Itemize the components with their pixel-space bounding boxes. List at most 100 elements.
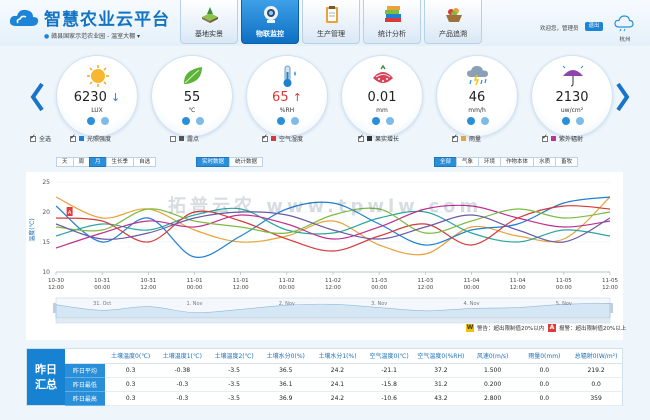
x-tick-label: 11-05 — [556, 278, 572, 284]
camera-icon — [264, 6, 278, 23]
sensor-dial-uv-radiation[interactable]: 2130 uw/cm² — [531, 55, 613, 137]
period-season-button[interactable]: 生长季 — [105, 157, 135, 167]
row-label: 昨日最高 — [65, 391, 105, 406]
sensor-dial-dew-point[interactable]: 55 ℃ — [151, 55, 233, 137]
checkbox-rainfall[interactable]: 雨量 — [452, 133, 481, 143]
checkbox[interactable] — [262, 133, 268, 142]
period-week-button[interactable]: 周 — [72, 157, 91, 167]
navigator-label: 3. Nov — [371, 301, 387, 307]
config-icon[interactable] — [291, 117, 299, 125]
checkbox-light[interactable]: 光照强度 — [70, 133, 111, 143]
select-all-checkbox[interactable]: 全选 — [30, 133, 51, 143]
table-cell: 0.0 — [518, 377, 571, 392]
settings-icon[interactable] — [182, 117, 190, 125]
table-cell: -0.3 — [156, 391, 209, 406]
column-header: 风速0(m/s) — [466, 349, 519, 364]
config-icon[interactable] — [386, 117, 394, 125]
chevron-down-icon: ▾ — [135, 33, 141, 40]
series-color-swatch — [179, 136, 184, 141]
checkbox-dew-point[interactable]: 露点 — [170, 134, 199, 143]
sensor-dial-light[interactable]: 6230 ↓ LUX — [56, 55, 138, 137]
settings-icon[interactable] — [372, 117, 380, 125]
sensor-dial-air-humidity[interactable]: 65 ↑ %RH — [246, 55, 328, 137]
y-tick-label: 20 — [42, 209, 50, 216]
main-nav: 基地实景 物联监控 生产管理 统计分析 产品追溯 — [180, 0, 482, 44]
filter-environment-button[interactable]: 环境 — [478, 157, 502, 167]
table-cell: 36.9 — [259, 391, 312, 406]
tab-base-scene[interactable]: 基地实景 — [180, 0, 238, 44]
exit-button[interactable]: 退出 — [585, 22, 603, 31]
x-tick-label: 11-02 — [279, 278, 295, 284]
filter-water-button[interactable]: 水质 — [533, 157, 557, 167]
filter-livestock-button[interactable]: 畜牧 — [555, 157, 579, 167]
period-custom-button[interactable]: 自选 — [133, 157, 157, 167]
x-tick-label: 11-05 — [602, 278, 618, 284]
tab-iot-monitor[interactable]: 物联监控 — [241, 0, 299, 44]
column-header: 空气温度0(%RH) — [415, 349, 467, 364]
settings-icon[interactable] — [467, 117, 475, 125]
sensor-dial-rainfall[interactable]: 46 mm/h — [436, 55, 518, 137]
sensor-value: 46 — [437, 90, 517, 105]
checkbox-uv-radiation[interactable]: 紫外辐射 — [542, 133, 583, 143]
table-cell: -3.5 — [208, 391, 260, 406]
alarm-badge-icon: A — [548, 324, 556, 332]
y-tick-label: 15 — [42, 239, 50, 246]
checkbox[interactable] — [358, 133, 364, 142]
table-row: 昨日最低 0.3 -0.3 -3.5 36.1 24.1 -15.8 31.2 … — [65, 377, 622, 392]
warning-legend: W 警告：超出限制值20%以内 — [466, 324, 544, 332]
table-cell: 37.2 — [415, 363, 467, 378]
series-color-swatch — [461, 136, 466, 141]
base-scene-icon — [202, 7, 218, 23]
sensor-value: 0.01 — [342, 90, 422, 105]
checkbox[interactable] — [170, 135, 176, 142]
realtime-data-button[interactable]: 实时数据 — [196, 157, 231, 167]
summary-table: 土壤温度0(℃) 土壤温度1(℃) 土壤温度2(℃) 土壤水分0(%) 土壤水分… — [65, 349, 622, 406]
period-day-button[interactable]: 天 — [56, 157, 74, 167]
checkbox-air-humidity[interactable]: 空气湿度 — [262, 133, 303, 143]
sensor-number: 55 — [183, 90, 201, 105]
checkbox-label: 果实增长 — [375, 136, 400, 143]
config-icon[interactable] — [196, 117, 204, 125]
config-icon[interactable] — [101, 117, 109, 125]
table-cell: 0.3 — [104, 363, 157, 378]
period-month-button[interactable]: 月 — [89, 157, 107, 167]
location-selector[interactable]: ● 赣县国家示范农业园 - 温室大棚 ▾ — [44, 31, 140, 40]
sensor-number: 0.01 — [367, 90, 397, 105]
sensor-dial-fruit-growth[interactable]: 0.01 mm — [341, 55, 423, 137]
sensor-number: 2130 — [555, 90, 589, 105]
checkbox-fruit-growth[interactable]: 果实增长 — [358, 133, 400, 143]
umbrella-icon — [562, 65, 584, 87]
config-icon[interactable] — [481, 117, 489, 125]
filter-all-button[interactable]: 全部 — [434, 157, 458, 167]
tab-production[interactable]: 生产管理 — [302, 0, 360, 44]
tab-statistics[interactable]: 统计分析 — [363, 0, 421, 44]
series-color-swatch — [367, 136, 372, 141]
rain-cloud-icon — [467, 66, 488, 86]
previous-arrow-icon[interactable] — [30, 82, 44, 112]
y-tick-label: 10 — [42, 269, 50, 276]
x-tick-label: 11-02 — [325, 278, 341, 284]
table-cell: 36.5 — [259, 363, 312, 378]
checkbox[interactable] — [30, 133, 36, 142]
config-icon[interactable] — [576, 117, 584, 125]
next-arrow-icon[interactable] — [616, 82, 630, 112]
table-cell: 24.2 — [311, 391, 364, 406]
tab-traceability[interactable]: 产品追溯 — [424, 0, 482, 44]
filter-crop-button[interactable]: 作物本体 — [500, 157, 535, 167]
settings-icon[interactable] — [562, 117, 570, 125]
series-color-swatch — [551, 136, 556, 141]
filter-weather-button[interactable]: 气象 — [456, 157, 480, 167]
checkbox[interactable] — [542, 133, 548, 142]
navigator-label: 2. Nov — [279, 301, 295, 307]
settings-icon[interactable] — [87, 117, 95, 125]
settings-icon[interactable] — [277, 117, 285, 125]
period-selector: 天 周 月 生长季 自选 — [56, 157, 157, 167]
table-cell: -10.6 — [363, 391, 415, 406]
checkbox[interactable] — [70, 133, 76, 142]
summary-title: 昨日 汇总 — [27, 349, 65, 405]
statistics-data-button[interactable]: 统计数据 — [229, 157, 264, 167]
location-label: 赣县国家示范农业园 - 温室大棚 — [51, 33, 136, 40]
y-axis-label: 温度(℃) — [28, 218, 36, 241]
x-tick-label: 12:00 — [325, 285, 341, 291]
checkbox[interactable] — [452, 133, 458, 142]
